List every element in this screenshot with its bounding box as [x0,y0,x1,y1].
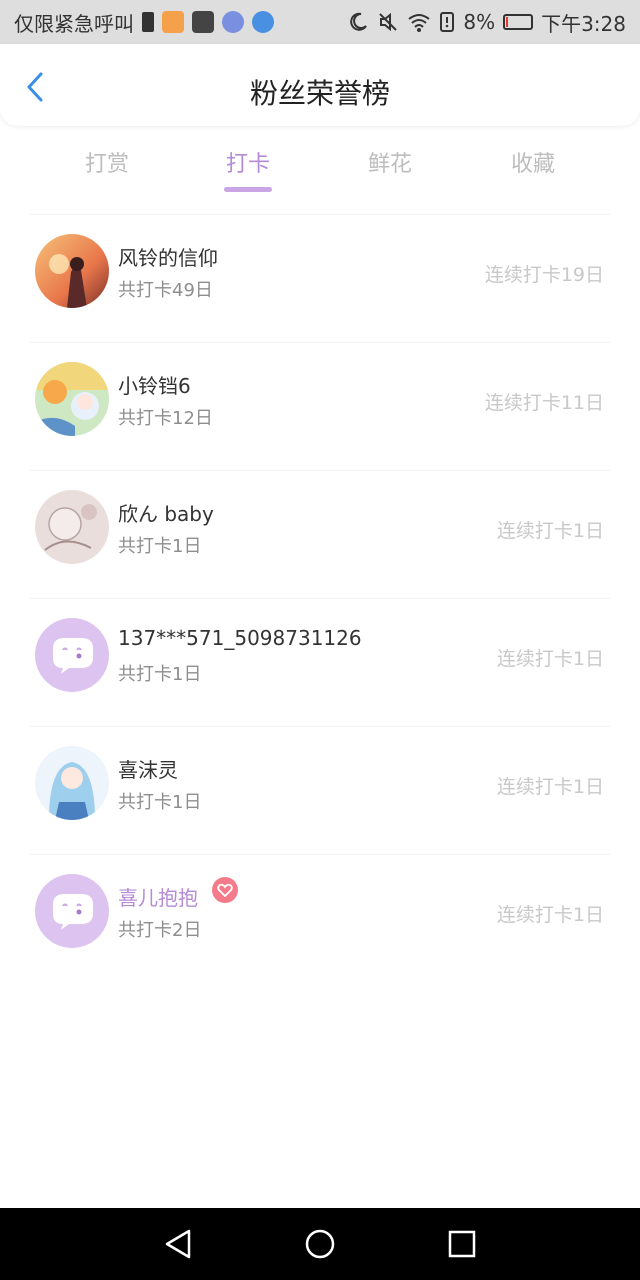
total-checkin: 共打卡1日 [118,536,202,557]
avatar[interactable] [35,362,109,436]
tab-reward[interactable]: 打赏 [57,146,157,178]
triangle-back-icon [165,1229,191,1259]
status-left: 仅限紧急呼叫 [14,8,274,37]
list-item[interactable]: 小铃铛6 共打卡12日 连续打卡11日 [0,342,640,470]
status-bar: 仅限紧急呼叫 8% 下午3:28 [0,0,640,44]
user-name: 137***571_5098731126 [118,626,362,650]
battery-icon [503,14,534,30]
default-chat-avatar-icon [35,618,109,692]
total-checkin: 共打卡12日 [118,408,213,429]
user-name: 风铃的信仰 [118,246,218,270]
avatar[interactable] [35,746,109,820]
video-app-icon [162,11,184,33]
avatar-photo-sketch [35,490,109,564]
tab-flowers[interactable]: 鲜花 [340,146,440,178]
total-checkin: 共打卡49日 [118,280,213,301]
page-title: 粉丝荣誉榜 [249,77,390,110]
nav-home-button[interactable] [300,1224,340,1264]
user-name: 喜沫灵 [118,758,178,782]
streak-checkin: 连续打卡1日 [496,904,604,926]
square-recents-icon [448,1230,476,1258]
total-checkin: 共打卡2日 [118,920,202,941]
user-name: 喜儿抱抱 [118,886,198,910]
streak-checkin: 连续打卡11日 [484,392,604,414]
avatar-photo-sunset-girl [35,234,109,308]
default-chat-avatar-icon [35,874,109,948]
streak-checkin: 连续打卡1日 [496,776,604,798]
huawei-app-icon [192,11,214,33]
avatar[interactable] [35,618,109,692]
avatar-photo-anime-blue-hair [35,746,109,820]
battery-percent: 8% [463,10,496,34]
header: 粉丝荣誉榜 [0,44,640,126]
nav-back-button[interactable] [158,1224,198,1264]
browser-app-icon [252,11,274,33]
wifi-icon [408,14,430,32]
tab-favorites[interactable]: 收藏 [483,146,583,178]
avatar[interactable] [35,490,109,564]
streak-checkin: 连续打卡19日 [484,264,604,286]
total-checkin: 共打卡1日 [118,664,202,685]
list-item[interactable]: 137***571_5098731126 共打卡1日 连续打卡1日 [0,598,640,726]
vip-heart-badge-icon [212,877,238,903]
sim-alert-icon [440,12,455,32]
list-item[interactable]: 风铃的信仰 共打卡49日 连续打卡19日 [0,214,640,342]
avatar-photo-anime-duo [35,362,109,436]
carrier-text: 仅限紧急呼叫 [14,11,134,36]
list-item[interactable]: 欣ん baby 共打卡1日 连续打卡1日 [0,470,640,598]
status-right: 8% 下午3:28 [347,8,626,37]
tab-bar: 打赏 打卡 鲜花 收藏 [0,140,640,200]
streak-checkin: 连续打卡1日 [496,648,604,670]
total-checkin: 共打卡1日 [118,792,202,813]
list-item[interactable]: 喜沫灵 共打卡1日 连续打卡1日 [0,726,640,854]
battery-warning-icon [142,12,154,32]
music-app-icon [222,11,244,33]
user-name: 欣ん baby [118,502,214,526]
active-tab-indicator [224,187,272,192]
list-item[interactable]: 喜儿抱抱 共打卡2日 连续打卡1日 [0,854,640,982]
tab-checkin[interactable]: 打卡 [198,146,298,178]
avatar[interactable] [35,874,109,948]
streak-checkin: 连续打卡1日 [496,520,604,542]
system-navigation-bar [0,1208,640,1280]
clock: 下午3:28 [541,11,626,36]
user-name: 小铃铛6 [118,374,191,398]
moon-icon [350,12,368,31]
nav-recents-button[interactable] [442,1224,482,1264]
avatar[interactable] [35,234,109,308]
circle-home-icon [305,1229,335,1259]
mute-icon [379,12,398,32]
